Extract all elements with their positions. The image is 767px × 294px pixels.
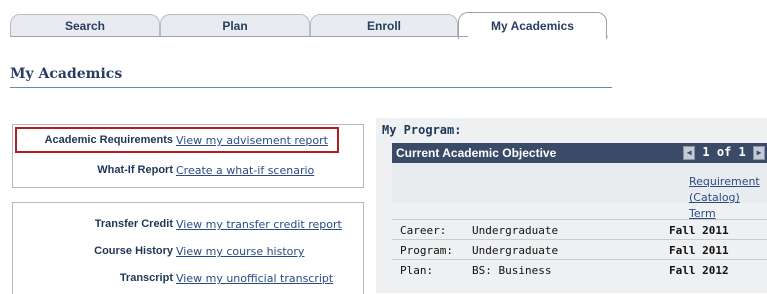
unofficial-transcript-link[interactable]: View my unofficial transcript [176, 272, 333, 285]
tab-my-academics[interactable]: My Academics [458, 12, 607, 39]
row-label: Program: [400, 244, 453, 257]
what-if-scenario-link[interactable]: Create a what-if scenario [176, 164, 314, 177]
transfer-credit-report-link[interactable]: View my transfer credit report [176, 218, 342, 231]
transfer-credit-label: Transfer Credit [94, 218, 173, 230]
row-term: Fall 2011 [669, 224, 729, 237]
tab-search[interactable]: Search [10, 14, 160, 37]
highlight-box [15, 127, 339, 153]
row-value: BS: Business [472, 264, 552, 277]
row-course-history: Course History View my course history [13, 245, 363, 265]
requirement-term-link-line1: Requirement [689, 175, 760, 188]
program-row: Career: Undergraduate Fall 2011 [392, 219, 767, 240]
page-title: My Academics [10, 66, 123, 82]
requirement-term-link-line2: (Catalog) Term [689, 191, 740, 220]
program-row: Plan: BS: Business Fall 2012 [392, 259, 767, 280]
tab-plan[interactable]: Plan [160, 14, 310, 37]
tab-enroll[interactable]: Enroll [310, 14, 458, 37]
my-program-panel: My Program: Current Academic Objective ◀… [376, 118, 767, 293]
row-transcript: Transcript View my unofficial transcript [13, 272, 363, 292]
objective-title: Current Academic Objective [396, 146, 557, 160]
requirement-term-link[interactable]: Requirement (Catalog) Term [689, 174, 767, 222]
row-value: Undergraduate [472, 244, 559, 257]
objective-subheader: Requirement (Catalog) Term [392, 163, 767, 220]
program-row: Program: Undergraduate Fall 2011 [392, 239, 767, 260]
row-term: Fall 2011 [669, 244, 729, 257]
pager: ◀ 1 of 1 ▶ [683, 145, 765, 160]
records-box: Transfer Credit View my transfer credit … [12, 202, 364, 294]
pager-text: 1 of 1 [702, 145, 746, 159]
next-arrow-icon[interactable]: ▶ [753, 145, 765, 160]
row-what-if-report: What-If Report Create a what-if scenario [13, 164, 363, 184]
title-rule [10, 87, 612, 88]
course-history-link[interactable]: View my course history [176, 245, 304, 258]
what-if-report-label: What-If Report [97, 164, 173, 176]
tab-bar: Search Plan Enroll My Academics [0, 0, 767, 40]
tab-divider [10, 36, 468, 37]
course-history-label: Course History [94, 245, 173, 257]
prev-arrow-icon[interactable]: ◀ [683, 145, 696, 160]
transcript-label: Transcript [119, 272, 173, 284]
row-term: Fall 2012 [669, 264, 729, 277]
row-label: Career: [400, 224, 447, 237]
tab-divider-end [606, 36, 608, 37]
row-value: Undergraduate [472, 224, 559, 237]
row-label: Plan: [400, 264, 434, 277]
row-transfer-credit: Transfer Credit View my transfer credit … [13, 218, 363, 238]
my-program-title: My Program: [382, 123, 462, 137]
objective-header: Current Academic Objective ◀ 1 of 1 ▶ [392, 143, 767, 163]
